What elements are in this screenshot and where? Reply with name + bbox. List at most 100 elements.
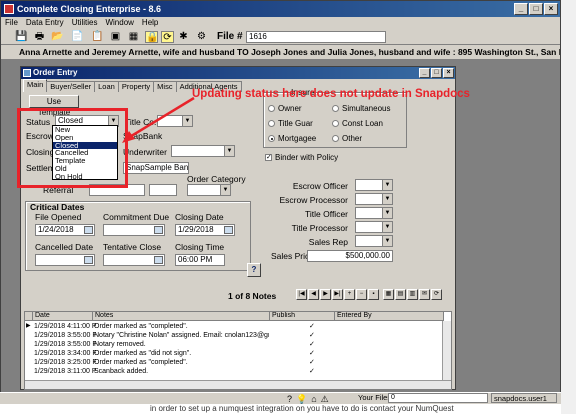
table-row[interactable]: 1/29/2018 3:25:00 PM Order marked as "co… xyxy=(25,358,451,367)
grid-icon[interactable]: ▦ xyxy=(383,289,394,300)
publish-check[interactable]: ✓ xyxy=(309,340,315,349)
cancelled-date-input[interactable] xyxy=(35,254,95,266)
sales-price-input[interactable]: $500,000.00 xyxy=(307,250,393,262)
escrow-officer-select[interactable]: ▼ xyxy=(355,179,393,191)
radio-mortgagee[interactable]: Mortgagee xyxy=(268,134,316,143)
col-entered-by[interactable]: Entered By xyxy=(335,312,444,321)
menu-file[interactable]: File xyxy=(5,17,18,29)
table-row[interactable]: 1/29/2018 3:55:00 PM Notary removed. ✓ xyxy=(25,340,451,349)
last-icon[interactable]: ▶| xyxy=(332,289,343,300)
next-icon[interactable]: ▶ xyxy=(320,289,331,300)
radio-const-loan[interactable]: Const Loan xyxy=(332,119,383,128)
radio-const-loan-dot xyxy=(332,120,339,127)
radio-simultaneous[interactable]: Simultaneous xyxy=(332,104,390,113)
title-processor-select[interactable]: ▼ xyxy=(355,221,393,233)
refresh-icon[interactable]: ⟳ xyxy=(431,289,442,300)
radio-owner[interactable]: Owner xyxy=(268,104,302,113)
calendar-icon[interactable] xyxy=(84,226,93,234)
oe-close-button[interactable]: × xyxy=(443,68,454,78)
table-row[interactable]: ▶ 1/29/2018 4:11:00 PM Order marked as "… xyxy=(25,322,451,331)
menu-help[interactable]: Help xyxy=(142,17,158,29)
clipboard-icon[interactable]: 📋 xyxy=(91,31,104,43)
menu-utilities[interactable]: Utilities xyxy=(72,17,98,29)
export-icon[interactable]: ✉ xyxy=(419,289,430,300)
tab-property[interactable]: Property xyxy=(117,81,155,92)
star-icon[interactable]: ✱ xyxy=(177,31,190,43)
tab-main[interactable]: Main xyxy=(23,79,48,92)
publish-check[interactable]: ✓ xyxy=(309,349,315,358)
note-text: Order marked as "did not sign". xyxy=(94,350,192,357)
maximize-button[interactable]: □ xyxy=(529,3,543,15)
radio-simultaneous-dot xyxy=(332,105,339,112)
chevron-down-icon: ▼ xyxy=(224,146,234,156)
menu-data-entry[interactable]: Data Entry xyxy=(26,17,64,29)
app-title: Complete Closing Enterprise - 8.6 xyxy=(17,4,162,14)
file-opened-input[interactable]: 1/24/2018 xyxy=(35,224,95,236)
close-button[interactable]: × xyxy=(544,3,558,15)
escrow-processor-select[interactable]: ▼ xyxy=(355,193,393,205)
calendar-icon[interactable] xyxy=(84,256,93,264)
note-date: 1/29/2018 3:55:00 PM xyxy=(34,341,96,348)
radio-other[interactable]: Other xyxy=(332,134,362,143)
horizontal-scrollbar[interactable] xyxy=(25,380,451,389)
tab-buyer-seller[interactable]: Buyer/Seller xyxy=(46,81,96,92)
tentative-close-input[interactable] xyxy=(103,254,165,266)
help-button[interactable]: ? xyxy=(247,263,261,277)
snapsample-field[interactable]: SnapSample Bank xyxy=(123,162,189,174)
open-icon[interactable]: 📂 xyxy=(51,31,64,43)
table-row[interactable]: 1/29/2018 3:55:00 PM Notary "Christine N… xyxy=(25,331,451,340)
radio-title-guar[interactable]: Title Guar xyxy=(268,119,313,128)
menu-window[interactable]: Window xyxy=(105,17,133,29)
calculator-icon[interactable]: ▦ xyxy=(127,31,140,43)
vertical-scrollbar[interactable] xyxy=(442,321,451,382)
referral-extra-input[interactable] xyxy=(149,184,177,196)
calendar-icon[interactable] xyxy=(224,226,233,234)
save-icon[interactable]: ▣ xyxy=(109,31,122,43)
publish-check[interactable]: ✓ xyxy=(309,331,315,340)
minimize-button[interactable]: _ xyxy=(514,3,528,15)
col-publish[interactable]: Publish xyxy=(270,312,335,321)
publish-check[interactable]: ✓ xyxy=(309,358,315,367)
escrow-processor-label: Escrow Processor xyxy=(279,195,349,205)
oe-minimize-button[interactable]: _ xyxy=(419,68,430,78)
calendar-icon[interactable] xyxy=(154,256,163,264)
closing-time-input[interactable]: 06:00 PM xyxy=(175,254,225,266)
settings-icon[interactable]: ⚙ xyxy=(195,31,208,43)
note-text: Order marked as "completed". xyxy=(94,359,188,366)
print-icon[interactable]: 🖶 xyxy=(33,31,46,43)
remove-icon[interactable]: − xyxy=(356,289,367,300)
chevron-down-icon: ▼ xyxy=(382,236,392,246)
clipboard-icon[interactable]: ▤ xyxy=(395,289,406,300)
background-window-edge xyxy=(561,0,576,414)
calendar-icon[interactable]: ▥ xyxy=(407,289,418,300)
tab-misc[interactable]: Misc xyxy=(153,81,177,92)
oe-maximize-button[interactable]: □ xyxy=(431,68,442,78)
file-opened-label: File Opened xyxy=(35,212,82,222)
accept-icon[interactable]: ▪ xyxy=(368,289,379,300)
binder-checkbox[interactable]: ✓ Binder with Policy xyxy=(265,153,338,162)
col-date[interactable]: Date xyxy=(33,312,93,321)
publish-check[interactable]: ✓ xyxy=(309,367,315,376)
chevron-down-icon: ▼ xyxy=(220,185,230,195)
order-category-select[interactable]: ▼ xyxy=(187,184,231,196)
prev-icon[interactable]: ◀ xyxy=(308,289,319,300)
calendar-icon[interactable] xyxy=(154,226,163,234)
use-template-button[interactable]: Use Template xyxy=(29,95,79,117)
tab-loan[interactable]: Loan xyxy=(94,81,119,92)
table-row[interactable]: 1/29/2018 3:11:00 PM Scanback added. ✓ xyxy=(25,367,451,376)
publish-check[interactable]: ✓ xyxy=(309,322,315,331)
document-icon[interactable]: 📄 xyxy=(71,31,84,43)
sales-rep-select[interactable]: ▼ xyxy=(355,235,393,247)
first-icon[interactable]: |◀ xyxy=(296,289,307,300)
col-notes[interactable]: Notes xyxy=(93,312,270,321)
commitment-due-input[interactable] xyxy=(103,224,165,236)
refresh-icon[interactable]: ⟳ xyxy=(161,31,174,43)
title-processor-label: Title Processor xyxy=(291,223,348,233)
table-row[interactable]: 1/29/2018 3:34:00 PM Order marked as "di… xyxy=(25,349,451,358)
file-number-input[interactable]: 1616 xyxy=(246,31,386,43)
closing-date-input[interactable]: 1/29/2018 xyxy=(175,224,235,236)
floppy-icon[interactable]: 💾 xyxy=(15,31,28,43)
add-icon[interactable]: + xyxy=(344,289,355,300)
title-officer-select[interactable]: ▼ xyxy=(355,207,393,219)
lock-icon[interactable]: 🔒 xyxy=(145,31,158,43)
